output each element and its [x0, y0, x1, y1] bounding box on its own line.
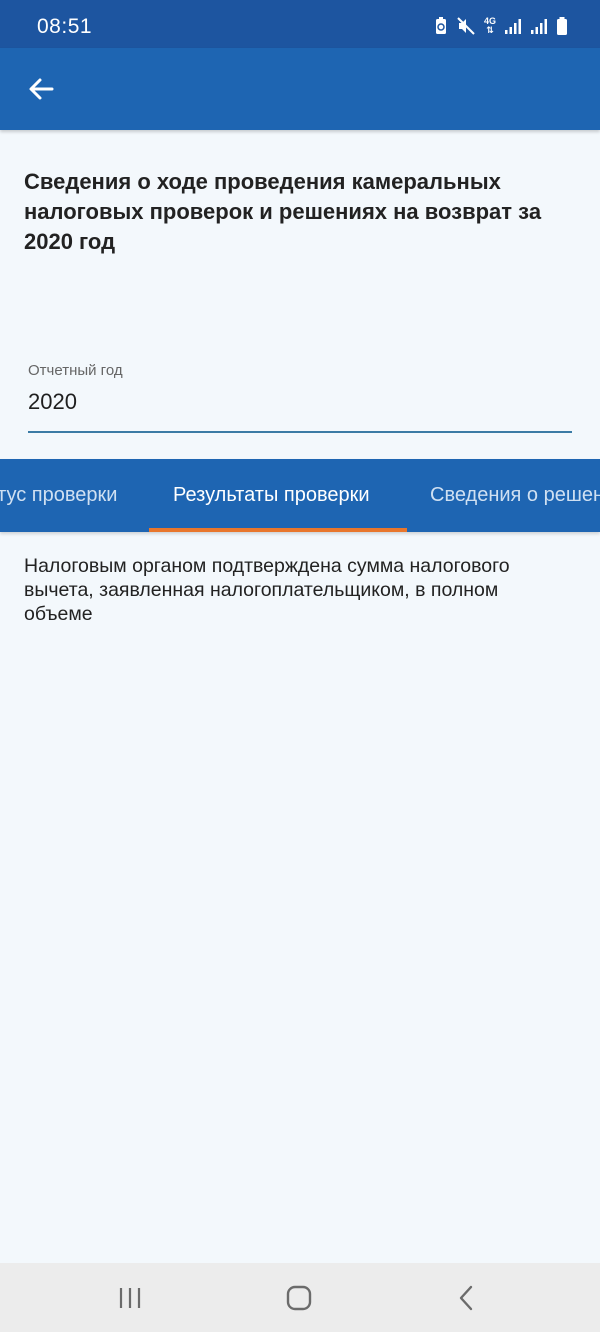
- year-field-value[interactable]: 2020: [28, 389, 572, 415]
- page-title: Сведения о ходе проведения камеральных н…: [24, 169, 542, 254]
- tab-results[interactable]: Результаты проверки: [173, 459, 370, 532]
- data-arrows-icon: ⇅: [486, 25, 494, 35]
- tab-decisions[interactable]: Сведения о решениях: [430, 459, 600, 532]
- signal-icon-2: [531, 19, 547, 34]
- network-type-icon: 4G ⇅: [484, 17, 496, 35]
- home-button[interactable]: [269, 1275, 329, 1321]
- app-bar: [0, 48, 600, 130]
- battery-icon: [557, 17, 567, 35]
- tab-status[interactable]: Статус проверки: [0, 459, 117, 532]
- result-text: Налоговым органом подтверждена сумма нал…: [24, 555, 510, 625]
- battery-saver-icon: [435, 17, 446, 34]
- back-nav-button[interactable]: [437, 1275, 497, 1321]
- status-time: 08:51: [37, 15, 93, 38]
- recent-apps-icon: [119, 1288, 141, 1308]
- home-icon: [286, 1285, 312, 1311]
- status-icons: 4G ⇅: [434, 16, 568, 36]
- signal-icon-1: [505, 19, 521, 34]
- system-nav-bar: [0, 1263, 600, 1332]
- arrow-back-icon: [29, 78, 54, 100]
- active-tab-indicator: [149, 528, 407, 532]
- status-bar: 08:51 4G ⇅: [0, 0, 600, 48]
- year-field-label: Отчетный год: [28, 362, 123, 379]
- chevron-left-icon: [459, 1285, 473, 1311]
- year-field[interactable]: Отчетный год 2020: [28, 362, 572, 433]
- tab-bar: Статус проверки Результаты проверки Свед…: [0, 459, 600, 532]
- recent-apps-button[interactable]: [100, 1275, 160, 1321]
- mute-icon: [457, 17, 475, 35]
- back-button[interactable]: [14, 62, 68, 116]
